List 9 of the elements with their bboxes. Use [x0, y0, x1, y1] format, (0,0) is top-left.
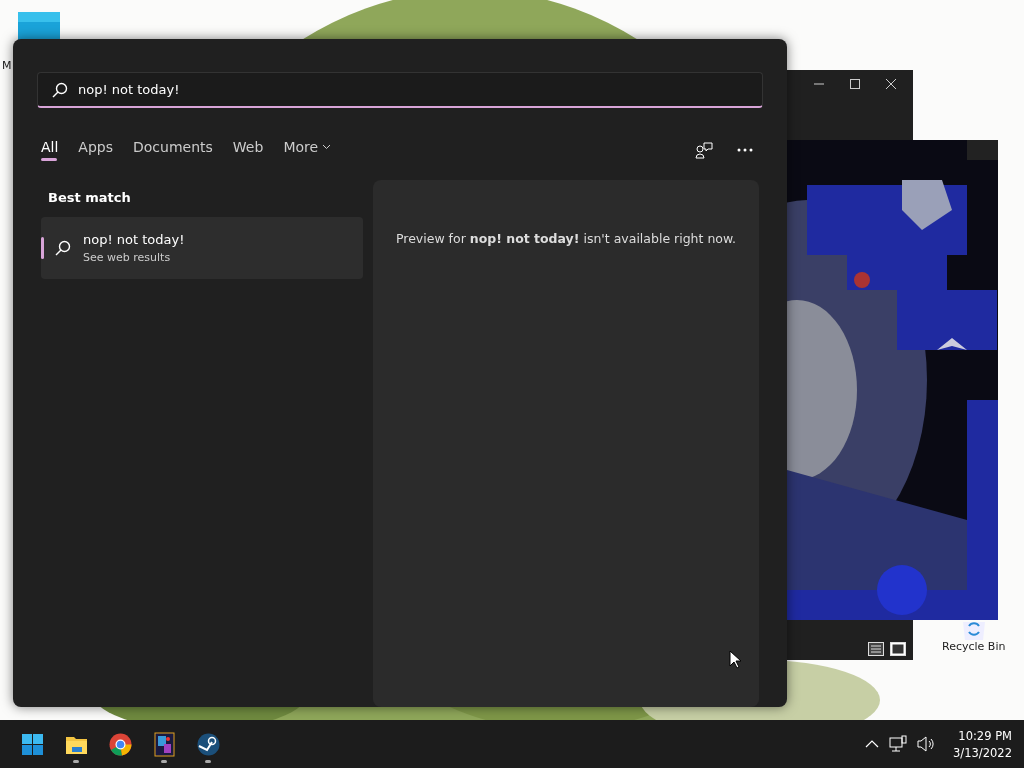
start-icon[interactable]: [19, 731, 45, 757]
volume-icon[interactable]: [917, 736, 936, 752]
browser-icon[interactable]: [107, 731, 133, 757]
chevron-up-icon[interactable]: [865, 740, 880, 748]
clock-date: 3/13/2022: [953, 745, 1012, 760]
game-icon[interactable]: [151, 731, 177, 757]
clock-time: 10:29 PM: [958, 728, 1012, 743]
network-icon[interactable]: [889, 735, 908, 753]
steam-icon[interactable]: [195, 731, 221, 757]
